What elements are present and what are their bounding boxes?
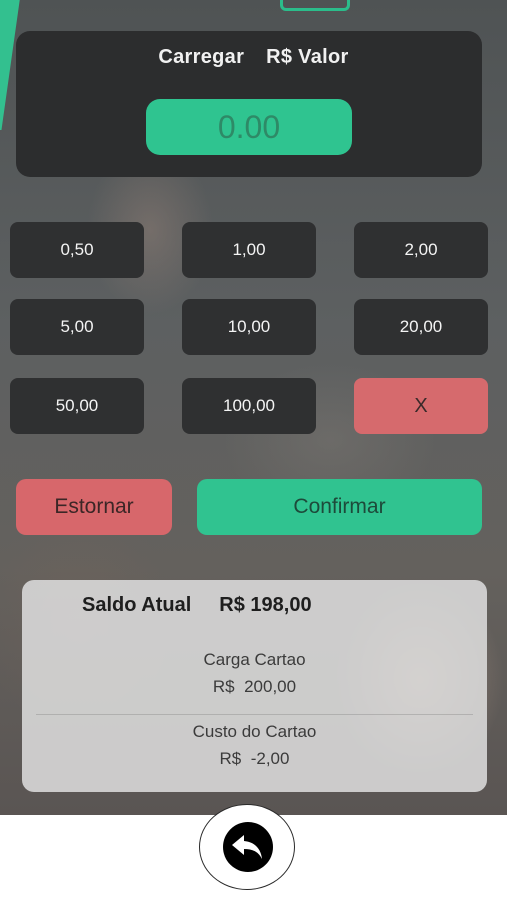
- clear-button[interactable]: X: [354, 378, 488, 434]
- balance-value: R$ 198,00: [219, 594, 312, 616]
- card-load-label: Carga Cartao: [203, 650, 306, 669]
- value-label: R$ Valor: [266, 46, 349, 68]
- amount-button-5-00[interactable]: 5,00: [10, 299, 144, 355]
- top-tab-indicator: [280, 0, 350, 11]
- back-button[interactable]: [199, 804, 295, 890]
- value-panel-title: Carregar R$ Valor: [0, 46, 507, 69]
- amount-button-0-50[interactable]: 0,50: [10, 222, 144, 278]
- amount-button-50-00[interactable]: 50,00: [10, 378, 144, 434]
- undo-arrow-icon: [223, 822, 273, 872]
- confirm-button[interactable]: Confirmar: [197, 479, 482, 535]
- amount-button-1-00[interactable]: 1,00: [182, 222, 316, 278]
- card-load-value: R$ 200,00: [212, 677, 297, 696]
- amount-button-2-00[interactable]: 2,00: [354, 222, 488, 278]
- amount-button-10-00[interactable]: 10,00: [182, 299, 316, 355]
- balance-row: Saldo Atual R$ 198,00: [82, 594, 312, 617]
- summary-divider: [36, 714, 473, 715]
- amount-display[interactable]: 0.00: [146, 99, 352, 155]
- balance-label: Saldo Atual: [82, 594, 192, 616]
- amount-button-20-00[interactable]: 20,00: [354, 299, 488, 355]
- load-label: Carregar: [158, 46, 245, 68]
- refund-button[interactable]: Estornar: [16, 479, 172, 535]
- amount-button-100-00[interactable]: 100,00: [182, 378, 316, 434]
- card-cost-label: Custo do Cartao: [192, 722, 317, 741]
- card-cost-value: R$ -2,00: [219, 749, 290, 768]
